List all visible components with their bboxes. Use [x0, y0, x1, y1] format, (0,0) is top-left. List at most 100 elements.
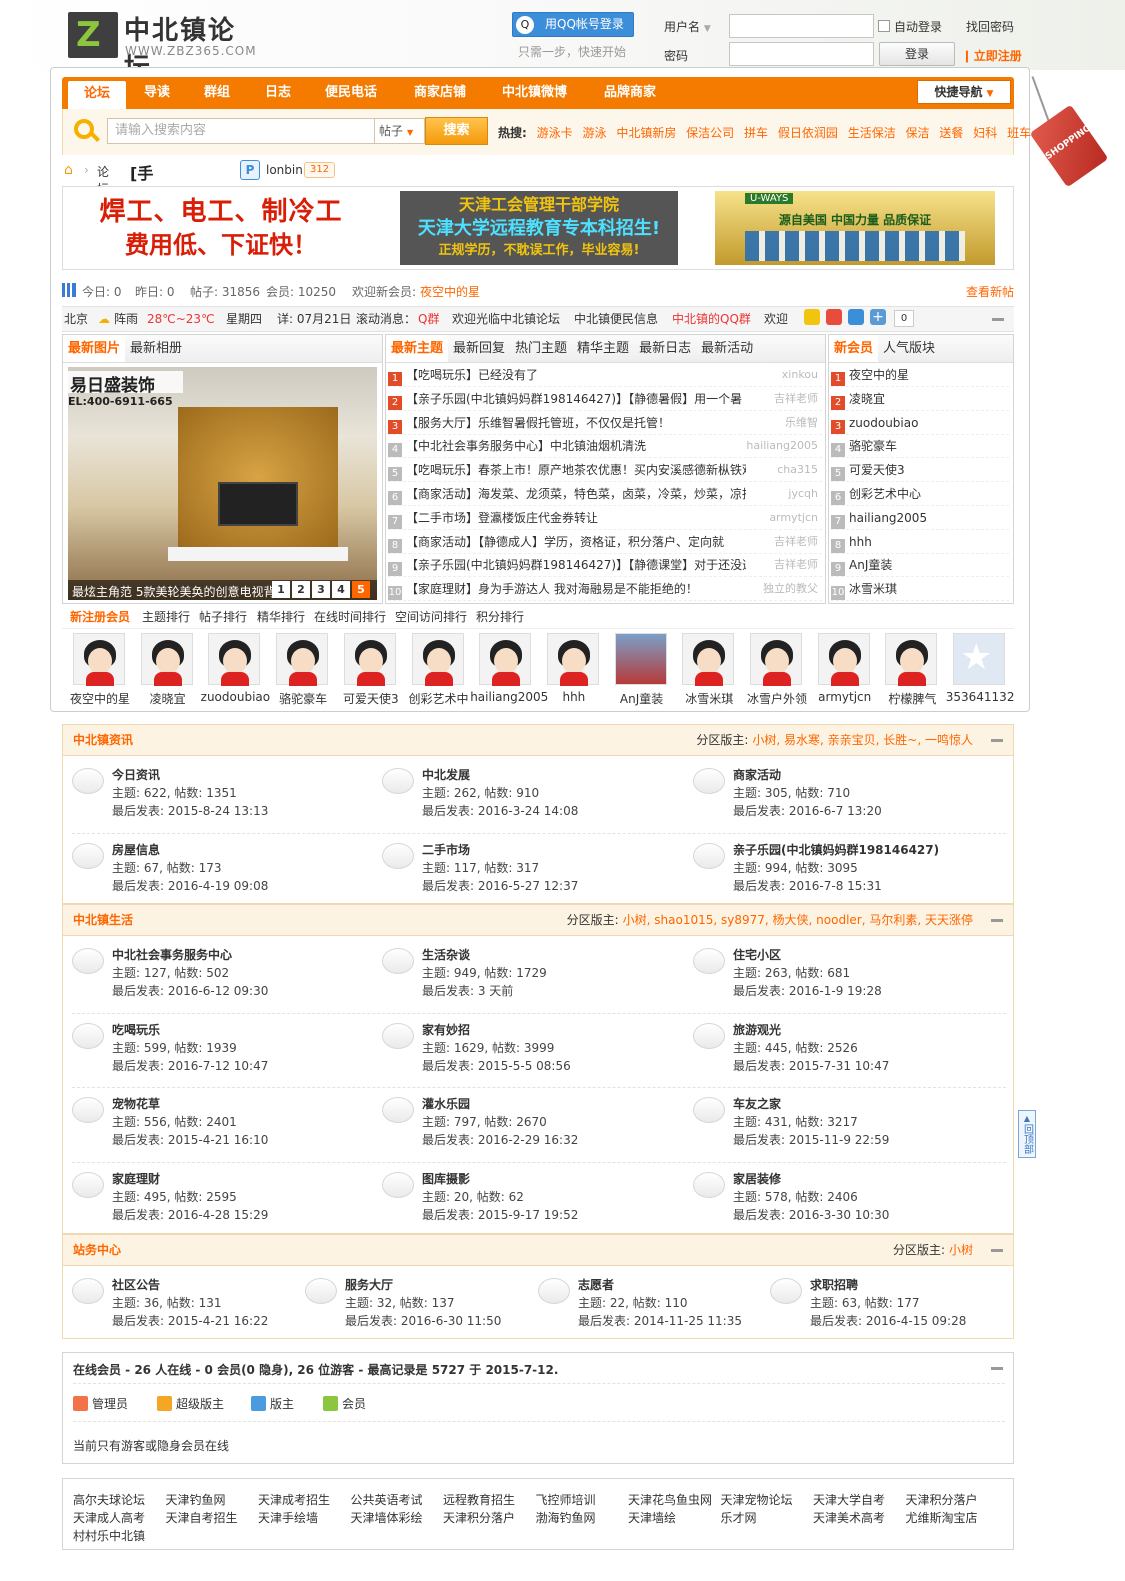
- collapse-icon[interactable]: [991, 919, 1003, 922]
- tab-online-rank[interactable]: 在线时间排行: [314, 605, 386, 629]
- forum-name[interactable]: 亲子乐园(中北镇妈妈群198146427): [733, 841, 939, 859]
- friend-link[interactable]: 天津花鸟鱼虫网: [628, 1491, 712, 1508]
- member-row[interactable]: 5 可爱天使3: [831, 458, 1009, 483]
- user-avatar[interactable]: [208, 633, 261, 686]
- member-name[interactable]: 夜空中的星: [849, 368, 909, 382]
- quick-nav-button[interactable]: 快捷导航 ▼: [917, 80, 1011, 104]
- forum-item[interactable]: 车友之家 主题: 431, 帖数: 3217 最后发表: 2015-11-9 22:…: [693, 1095, 993, 1165]
- collapse-icon[interactable]: [991, 1249, 1003, 1252]
- topic-row[interactable]: 9 【亲子乐园(中北镇妈妈群198146427)】【静德课堂】对于还没选 吉祥老师: [388, 553, 822, 578]
- section-title[interactable]: 中北镇资讯: [73, 733, 133, 747]
- member-name[interactable]: 冰雪米琪: [849, 582, 897, 596]
- banner-uways[interactable]: U-WAYS 源自美国 中国力量 品质保证: [715, 191, 995, 265]
- forum-last-post[interactable]: 最后发表: 2016-6-30 11:50: [345, 1312, 501, 1330]
- banner-tju[interactable]: 天津工会管理干部学院 天津大学远程教育专本科招生! 正规学历，不耽误工作，毕业容…: [400, 191, 678, 265]
- user-avatar[interactable]: [140, 633, 193, 686]
- topic-title[interactable]: 【服务大厅】乐维智暑假托管班，不仅仅是托管！: [406, 411, 670, 434]
- tab-hot-topics[interactable]: 热门主题: [510, 335, 572, 362]
- hot-search-link[interactable]: 游泳: [582, 126, 606, 140]
- user-name[interactable]: 创彩艺术中: [403, 690, 475, 707]
- section-title[interactable]: 中北镇生活: [73, 913, 133, 927]
- forum-name[interactable]: 社区公告: [112, 1276, 160, 1294]
- friend-link[interactable]: 天津宠物论坛: [721, 1491, 793, 1508]
- forum-item[interactable]: 住宅小区 主题: 263, 帖数: 681 最后发表: 2016-1-9 19:28: [693, 946, 993, 1016]
- photo-caption[interactable]: 最炫主角范 5款美轮美奂的创意电视背: [72, 583, 272, 600]
- forum-name[interactable]: 家居装修: [733, 1170, 781, 1188]
- plus-share-icon[interactable]: +: [870, 309, 886, 325]
- user-avatar[interactable]: [343, 633, 396, 686]
- forum-last-post[interactable]: 最后发表: 2015-7-31 10:47: [733, 1057, 889, 1075]
- forum-name[interactable]: 灌水乐园: [422, 1095, 470, 1113]
- topic-title[interactable]: 【二手市场】登瀛楼饭庄代金券转让: [406, 506, 598, 529]
- tab-latest-pics[interactable]: 最新图片: [63, 335, 126, 362]
- section-header[interactable]: 站务中心 分区版主: 小树: [62, 1234, 1014, 1266]
- topic-author[interactable]: xinkou: [782, 363, 818, 386]
- forum-last-post[interactable]: 最后发表: 2016-3-24 14:08: [422, 802, 578, 820]
- topic-author[interactable]: 吉祥老师: [774, 553, 818, 576]
- auto-login-checkbox[interactable]: [878, 20, 890, 32]
- collapse-icon[interactable]: [991, 739, 1003, 742]
- forum-item[interactable]: 生活杂谈 主题: 949, 帖数: 1729 最后发表: 3 天前: [382, 946, 682, 1016]
- member-name[interactable]: AnJ童装: [849, 558, 892, 572]
- friend-link[interactable]: 天津墙体彩绘: [351, 1509, 423, 1526]
- topic-author[interactable]: cha315: [777, 458, 818, 481]
- forum-name[interactable]: 中北社会事务服务中心: [112, 946, 232, 964]
- forum-name[interactable]: 吃喝玩乐: [112, 1021, 160, 1039]
- forum-name[interactable]: 车友之家: [733, 1095, 781, 1113]
- topic-title[interactable]: 【商家活动】【静德成人】学历，资格证，积分落户、定向就: [406, 530, 724, 553]
- forum-name[interactable]: 中北发展: [422, 766, 470, 784]
- tab-new-members[interactable]: 新会员: [829, 335, 879, 362]
- user-name[interactable]: 冰雪米琪: [673, 690, 745, 707]
- topic-title[interactable]: 【亲子乐园(中北镇妈妈群198146427)】【静德课堂】对于还没选: [406, 553, 746, 576]
- breadcrumb-user[interactable]: lonbin: [266, 163, 303, 177]
- friend-link[interactable]: 远程教育招生: [443, 1491, 515, 1508]
- topic-title[interactable]: 【亲子乐园(中北镇妈妈群198146427)】【静德暑假】用一个暑: [406, 387, 742, 410]
- user-avatar[interactable]: ★: [953, 633, 1006, 685]
- forum-name[interactable]: 图库摄影: [422, 1170, 470, 1188]
- member-name[interactable]: 可爱天使3: [849, 463, 905, 477]
- hot-search-link[interactable]: 生活保洁: [848, 126, 896, 140]
- section-header[interactable]: 中北镇资讯 分区版主: 小树, 易水寒, 亲亲宝贝, 长胜~, 一鸣惊人: [62, 724, 1014, 756]
- forum-last-post[interactable]: 最后发表: 2015-5-5 08:56: [422, 1057, 571, 1075]
- hot-search-link[interactable]: 保洁: [906, 126, 930, 140]
- find-password-link[interactable]: 找回密码: [966, 18, 1014, 35]
- topic-row[interactable]: 2 【亲子乐园(中北镇妈妈群198146427)】【静德暑假】用一个暑 吉祥老师: [388, 387, 822, 411]
- user-avatar[interactable]: [750, 633, 802, 686]
- forum-item[interactable]: 二手市场 主题: 117, 帖数: 317 最后发表: 2016-5-27 12:3…: [382, 841, 682, 911]
- forum-last-post[interactable]: 最后发表: 2016-3-30 10:30: [733, 1206, 889, 1224]
- tab-latest-blogs[interactable]: 最新日志: [634, 335, 696, 362]
- qq-group-link[interactable]: Q群: [418, 307, 439, 331]
- topic-row[interactable]: 4 【中北社会事务服务中心】中北镇油烟机清洗 hailiang2005: [388, 434, 822, 459]
- friend-link[interactable]: 天津成考招生: [258, 1491, 330, 1508]
- hot-search-link[interactable]: 中北镇新房: [616, 126, 676, 140]
- photo-page-button[interactable]: 1: [272, 581, 290, 598]
- hot-search-link[interactable]: 假日依润园: [778, 126, 838, 140]
- friend-link[interactable]: 天津手绘墙: [258, 1509, 318, 1526]
- friend-link[interactable]: 天津积分落户: [443, 1509, 515, 1526]
- user-avatar[interactable]: [479, 633, 532, 686]
- forum-last-post[interactable]: 最后发表: 2015-8-24 13:13: [112, 802, 268, 820]
- tab-credit-rank[interactable]: 积分排行: [476, 605, 524, 629]
- user-name[interactable]: zuodoubiao: [199, 690, 271, 704]
- friend-link[interactable]: 天津墙绘: [628, 1509, 676, 1526]
- forum-item[interactable]: 亲子乐园(中北镇妈妈群198146427) 主题: 994, 帖数: 3095 最后…: [693, 841, 993, 911]
- topic-title[interactable]: 【吃喝玩乐】已经没有了: [406, 363, 538, 386]
- forum-last-post[interactable]: 最后发表: 2016-2-29 16:32: [422, 1131, 578, 1149]
- member-name[interactable]: 凌晓宜: [849, 392, 885, 406]
- forum-name[interactable]: 今日资讯: [112, 766, 160, 784]
- user-avatar[interactable]: [276, 633, 329, 686]
- forum-name[interactable]: 宠物花草: [112, 1095, 160, 1113]
- forum-name[interactable]: 旅游观光: [733, 1021, 781, 1039]
- login-button[interactable]: 登录: [879, 42, 955, 66]
- search-input[interactable]: 请输入搜索内容: [107, 118, 375, 144]
- hot-search-link[interactable]: 送餐: [939, 126, 963, 140]
- tab-topic-rank[interactable]: 主题排行: [142, 605, 190, 629]
- forum-name[interactable]: 房屋信息: [112, 841, 160, 859]
- topic-row[interactable]: 10 【家庭理财】身为手游达人 我对海融易是不能拒绝的！ 独立的教父: [388, 577, 822, 602]
- user-avatar[interactable]: [817, 633, 870, 686]
- forum-item[interactable]: 商家活动 主题: 305, 帖数: 710 最后发表: 2016-6-7 13:20: [693, 766, 993, 836]
- user-name[interactable]: 可爱天使3: [335, 690, 407, 707]
- friend-link[interactable]: 高尔夫球论坛: [73, 1491, 145, 1508]
- section-header[interactable]: 中北镇生活 分区版主: 小树, shao1015, sy8977, 杨大侠, noo…: [62, 904, 1014, 936]
- topic-author[interactable]: jycqh: [788, 482, 818, 505]
